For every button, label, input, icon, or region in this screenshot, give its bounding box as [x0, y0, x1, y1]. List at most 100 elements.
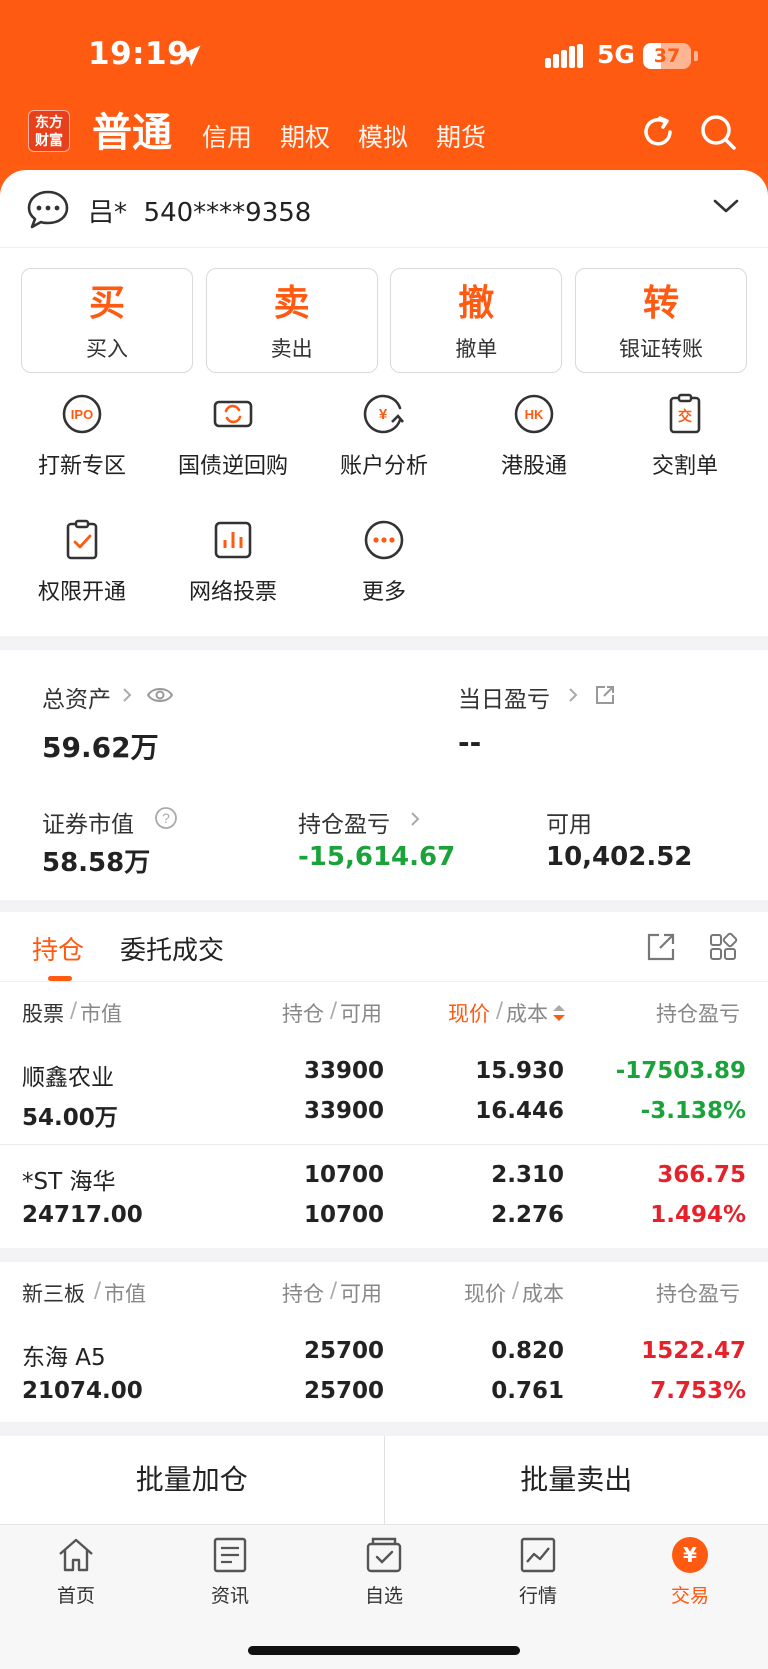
buy-button-char: 买 [88, 283, 125, 324]
col-sep: / [330, 998, 338, 1022]
grid-label-vote: 网络投票 [188, 580, 277, 605]
stock-position: 25700 [303, 1338, 384, 1364]
vote-icon [214, 521, 252, 559]
help-icon[interactable]: ? [154, 806, 178, 830]
refresh-icon[interactable] [638, 112, 678, 152]
tab-trade[interactable]: ¥ 交易 [640, 1535, 740, 1608]
tab-normal[interactable]: 普通 [92, 100, 172, 158]
status-bar: 19:19 5G 37 [0, 0, 768, 110]
tab-watchlist-label: 自选 [364, 1585, 403, 1607]
grid-item-more[interactable]: 更多 [314, 518, 454, 606]
batch-actions: 批量加仓 批量卖出 [0, 1436, 768, 1524]
col-market-value: 市值 [80, 1002, 122, 1026]
grid-item-permission[interactable]: 权限开通 [12, 518, 152, 606]
chat-icon[interactable] [26, 188, 70, 230]
tab-watchlist[interactable]: 自选 [334, 1535, 434, 1608]
stock-cost: 16.446 [475, 1098, 564, 1124]
col-price[interactable]: 现价 [448, 998, 490, 1028]
assets-summary: 总资产 59.62万 当日盈亏 -- 证券市值 ? 58.58万 持仓盈亏 -1… [0, 650, 768, 900]
grid-item-settlement[interactable]: 交 交割单 [615, 392, 755, 480]
stock-name: 顺鑫农业 [22, 1065, 114, 1091]
grid-view-icon[interactable] [708, 932, 738, 962]
tab-orders[interactable]: 委托成交 [120, 930, 224, 967]
tab-options[interactable]: 期权 [280, 118, 330, 154]
status-time: 19:19 [88, 36, 190, 72]
stock-price: 2.310 [491, 1162, 564, 1188]
network-type: 5G [597, 40, 635, 69]
col-position: 持仓 [282, 1282, 324, 1306]
bond-repo-icon [213, 400, 253, 428]
chevron-right-icon [569, 688, 578, 702]
buy-button[interactable]: 买买入 [21, 268, 193, 373]
batch-sell-button[interactable]: 批量卖出 [385, 1436, 768, 1524]
stock-pl: 1522.47 [641, 1338, 746, 1364]
grid-item-bond-repo[interactable]: 国债逆回购 [163, 392, 303, 480]
account-selector[interactable]: 吕* 540****9358 [0, 170, 768, 248]
stock-pl-pct: 1.494% [650, 1202, 746, 1228]
grid-label-ipo: 打新专区 [37, 454, 126, 479]
stock-name: 东海 A5 [22, 1345, 106, 1371]
home-icon [59, 1538, 93, 1572]
position-pl-label[interactable]: 持仓盈亏 [298, 805, 390, 839]
cancel-order-button[interactable]: 撤撤单 [390, 268, 563, 373]
col-sep: / [70, 998, 78, 1022]
col-cost[interactable]: 成本 [506, 998, 548, 1028]
table-row[interactable]: 东海 A5 21074.00 25700 25700 0.820 0.761 1… [0, 1334, 768, 1434]
stock-market-value: 21074.00 [22, 1378, 143, 1404]
tab-market[interactable]: 行情 [488, 1535, 588, 1608]
sort-icon[interactable] [552, 1004, 566, 1022]
table-row[interactable]: 顺鑫农业 54.00万 33900 33900 15.930 16.446 -1… [0, 1054, 768, 1154]
tab-market-label: 行情 [518, 1585, 557, 1607]
grid-item-ipo[interactable]: IPO 打新专区 [12, 392, 152, 480]
svg-text:?: ? [162, 810, 170, 826]
hk-connect-icon-text: HK [525, 407, 544, 422]
holdings-panel: 持仓 委托成交 股票 / 市值 持仓 / 可用 现价 / 成本 持仓盈亏 顺鑫农… [0, 912, 768, 1422]
export-icon[interactable] [646, 932, 676, 962]
stock-position: 10700 [303, 1162, 384, 1188]
transfer-button-label: 银证转账 [618, 337, 703, 361]
daily-pl-label[interactable]: 当日盈亏 [458, 680, 550, 714]
total-assets-label[interactable]: 总资产 [42, 680, 111, 714]
col-market-value: 市值 [104, 1282, 146, 1306]
daily-pl-value: -- [458, 726, 482, 759]
cancel-button-label: 撤单 [455, 337, 498, 361]
grid-label-bond-repo: 国债逆回购 [177, 454, 288, 479]
stock-available: 10700 [303, 1202, 384, 1228]
stock-pl-pct: 7.753% [650, 1378, 746, 1404]
col-position: 持仓 [282, 1002, 324, 1026]
sell-button-char: 卖 [273, 283, 310, 324]
tab-positions[interactable]: 持仓 [32, 930, 84, 967]
eye-icon[interactable] [146, 684, 174, 706]
stock-cost: 2.276 [491, 1202, 564, 1228]
stock-price: 15.930 [475, 1058, 564, 1084]
grid-label-permission: 权限开通 [37, 580, 126, 605]
chevron-down-icon[interactable] [712, 196, 740, 216]
ipo-icon: IPO [62, 394, 102, 434]
total-assets-value: 59.62万 [42, 731, 159, 764]
buy-button-label: 买入 [86, 337, 128, 361]
share-icon[interactable] [594, 684, 616, 706]
tab-futures[interactable]: 期货 [436, 118, 486, 154]
tab-home[interactable]: 首页 [26, 1535, 126, 1608]
stock-price: 0.820 [491, 1338, 564, 1364]
tab-news[interactable]: 资讯 [180, 1535, 280, 1608]
grid-label-more: 更多 [361, 580, 406, 605]
tab-credit[interactable]: 信用 [202, 118, 252, 154]
holdings-tabs: 持仓 委托成交 [0, 912, 768, 982]
signal-icon [545, 44, 583, 68]
grid-item-hk-connect[interactable]: HK 港股通 [464, 392, 604, 480]
table-row[interactable]: *ST 海华 24717.00 10700 10700 2.310 2.276 … [0, 1158, 768, 1258]
col-neeq: 新三板 [22, 1282, 85, 1306]
batch-add-button[interactable]: 批量加仓 [0, 1436, 384, 1524]
app-logo: 东方财富 [28, 110, 70, 152]
sell-button[interactable]: 卖卖出 [205, 268, 378, 373]
bank-transfer-button[interactable]: 转银证转账 [574, 268, 747, 373]
grid-item-account-analysis[interactable]: ¥ 账户分析 [314, 392, 454, 480]
battery-tip [694, 51, 698, 61]
grid-item-vote[interactable]: 网络投票 [163, 518, 303, 606]
market-value: 58.58万 [42, 848, 151, 878]
position-pl-value: -15,614.67 [298, 842, 456, 872]
tab-simulation[interactable]: 模拟 [358, 118, 408, 154]
news-icon [213, 1537, 247, 1573]
search-icon[interactable] [698, 112, 738, 152]
